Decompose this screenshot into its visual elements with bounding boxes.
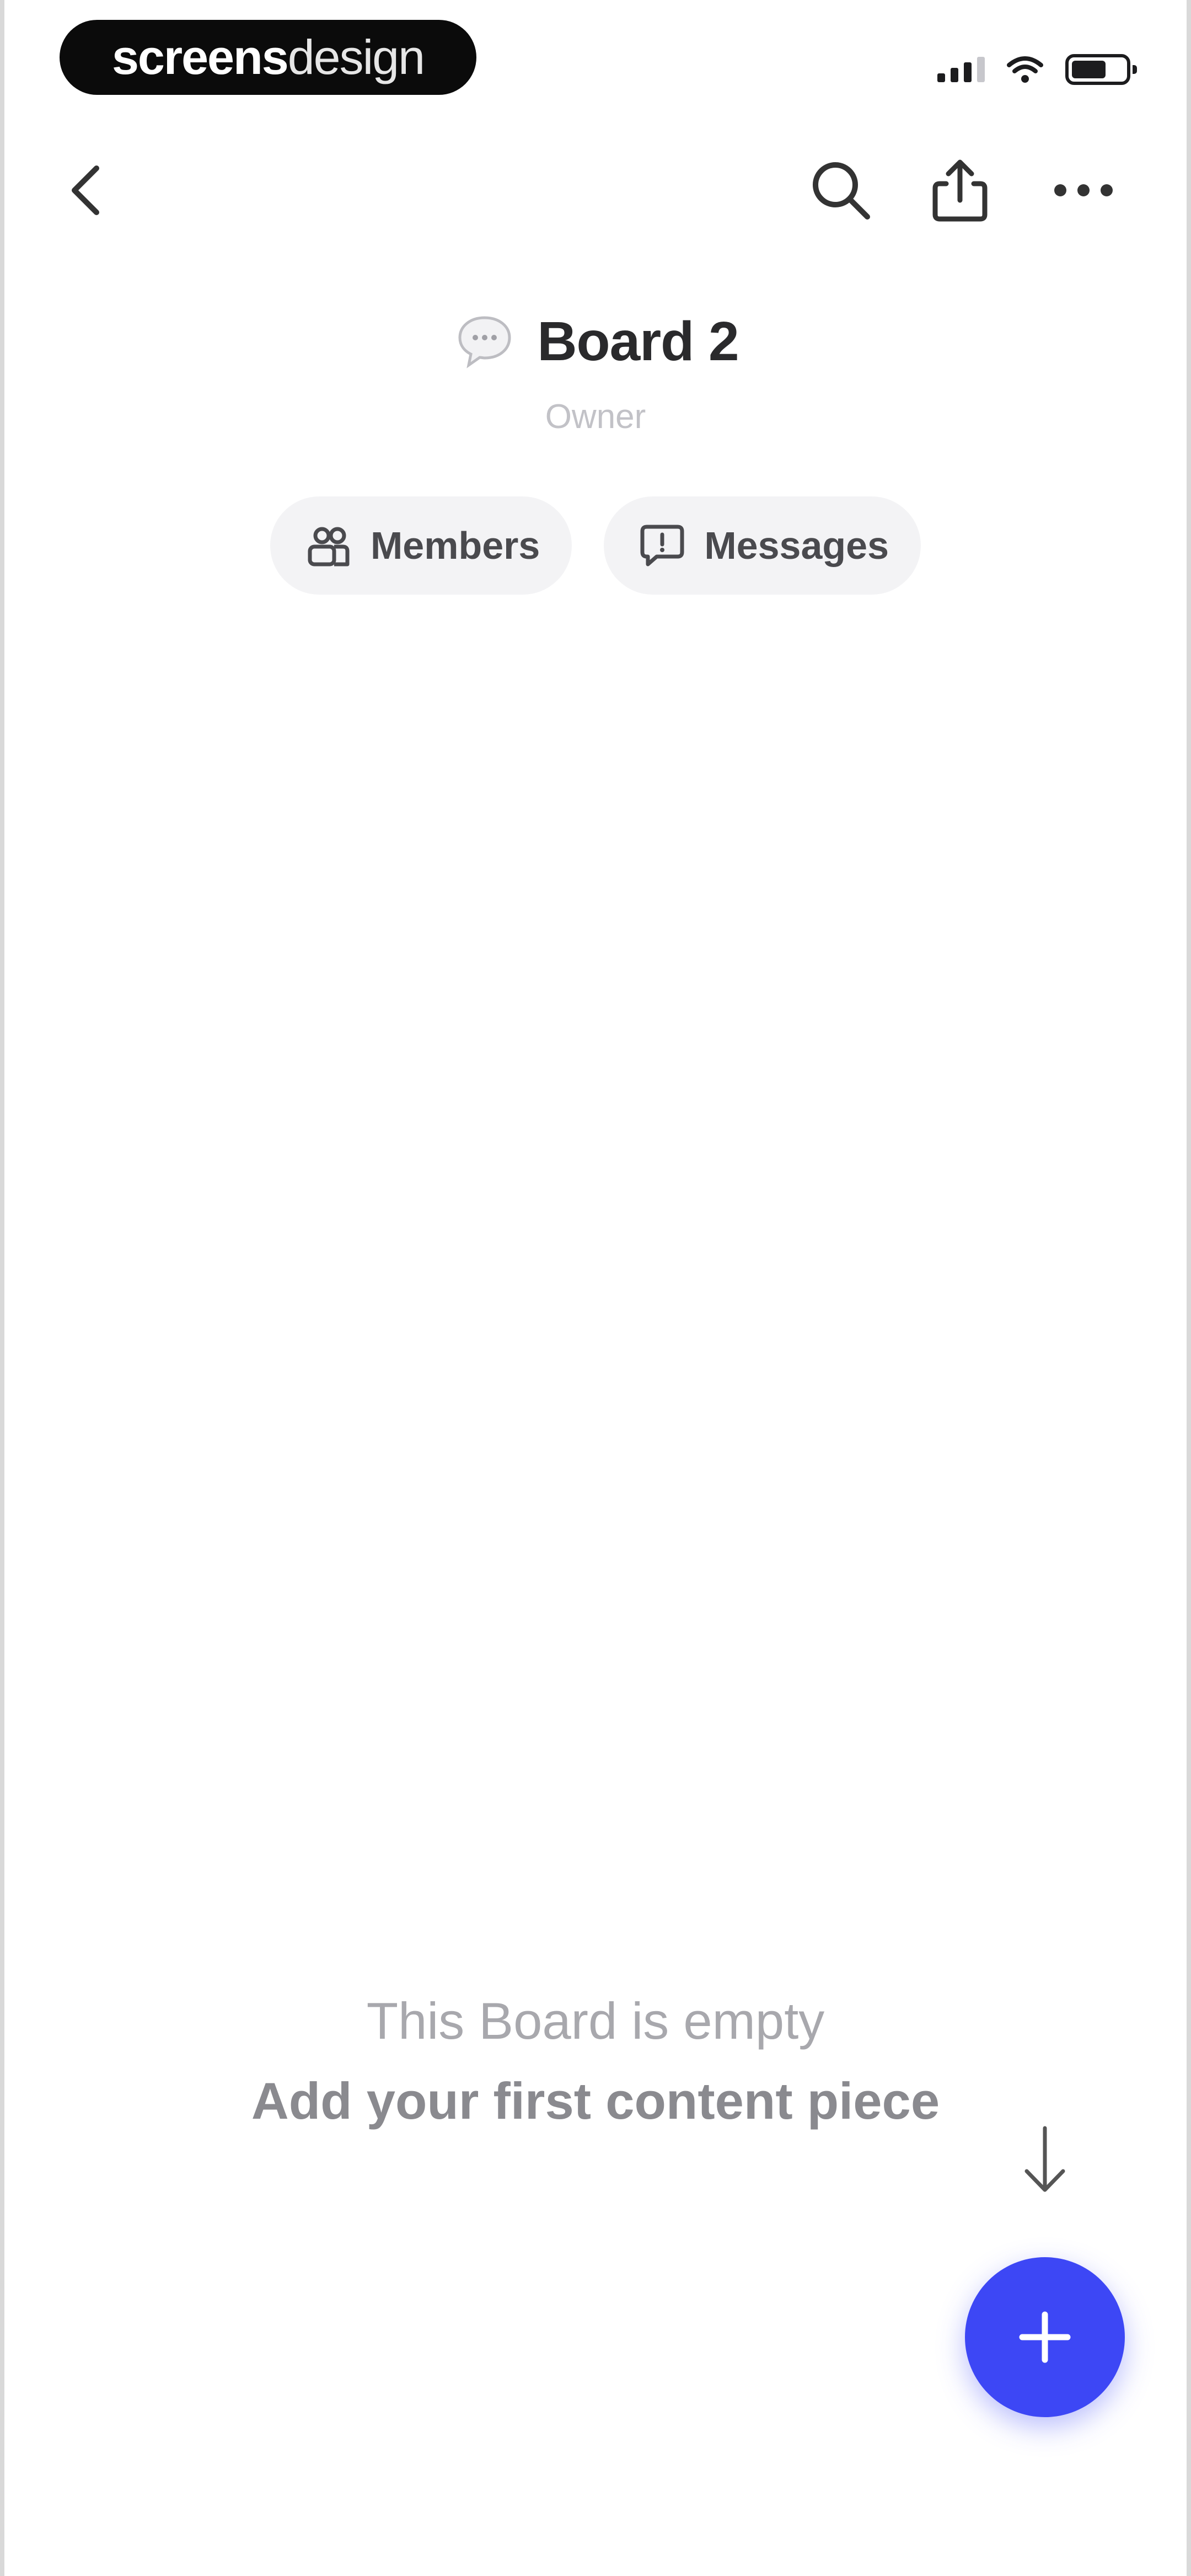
add-content-button[interactable] [965,2257,1125,2417]
back-button[interactable] [50,154,121,226]
board-screen: screens design Board 2 Owner Members Mes… [0,0,1191,2576]
screen-edge-left [0,0,4,2576]
more-horizontal-icon [1054,184,1113,196]
board-title: Board 2 [537,310,739,372]
messages-button[interactable]: Messages [604,496,921,595]
cellular-signal-icon [937,57,985,82]
message-square-icon [640,525,684,566]
more-button[interactable] [1048,154,1119,226]
board-actions: Members Messages [0,496,1191,595]
share-icon [932,159,988,222]
brand-logo: screens design [60,20,476,95]
screen-edge-right [1187,0,1191,2576]
search-button[interactable] [805,154,877,226]
empty-state-subtitle: Add your first content piece [251,2072,940,2130]
board-role: Owner [545,398,646,436]
messages-label: Messages [704,524,889,567]
members-button[interactable]: Members [270,496,572,595]
wifi-icon [1007,56,1043,83]
speech-bubble-icon [452,309,517,374]
board-header: Board 2 [0,309,1191,374]
search-icon [813,162,870,220]
status-icons [937,47,1137,92]
brand-text-bold: screens [111,30,289,84]
members-label: Members [371,524,540,567]
arrow-down-icon [1024,2126,1065,2192]
chevron-left-icon [72,165,99,215]
brand-text-light: design [287,30,425,84]
share-button[interactable] [924,154,996,226]
plus-icon [1019,2311,1071,2363]
members-icon [308,527,350,566]
battery-icon [1065,54,1137,85]
empty-state-title: This Board is empty [366,1992,825,2050]
